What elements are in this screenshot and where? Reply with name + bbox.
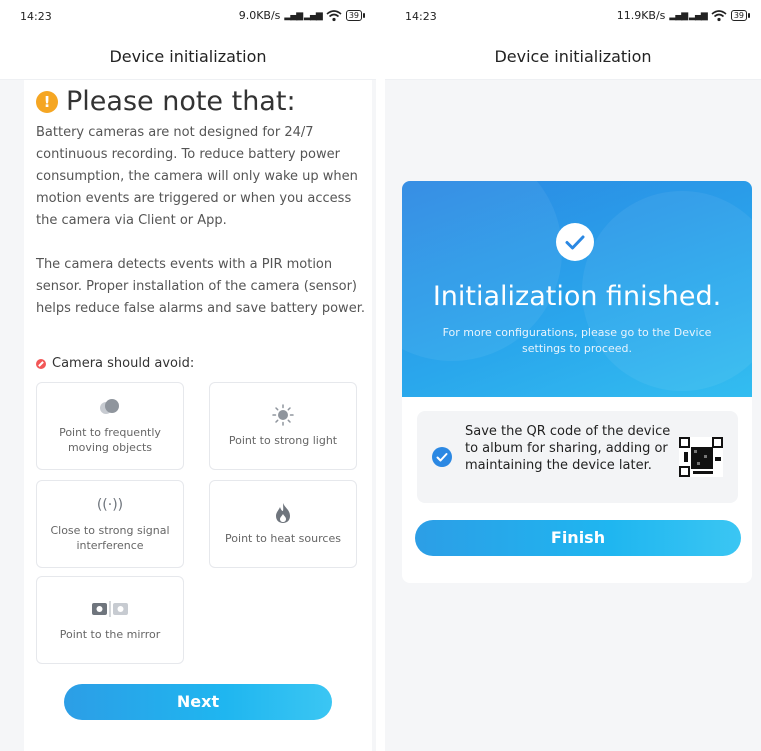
cellular-signal-icon: ▂▄▆ ▂▄▆ [284,10,322,21]
success-banner: Initialization finished. For more config… [402,181,752,397]
note-paragraph-1: Battery cameras are not designed for 24/… [36,125,358,228]
note-header: ! Please note that: [36,86,296,117]
avoid-tile-strong-light: Point to strong light [209,382,357,470]
status-bar: 14:23 11.9KB/s ▂▄▆ ▂▄▆ 39 [385,0,761,34]
tile-label: Close to strong signal interference [50,524,170,552]
status-indicators: 9.0KB/s ▂▄▆ ▂▄▆ 39 [238,9,366,22]
avoid-tile-mirror: Point to the mirror [36,576,184,664]
cellular-signal-icon: ▂▄▆ ▂▄▆ [669,10,707,21]
moving-objects-icon [96,397,124,417]
note-card: ! Please note that: Battery cameras are … [24,80,372,751]
network-speed: 11.9KB/s [616,9,666,22]
tile-label: Point to frequently moving objects [59,426,161,454]
avoid-tile-signal-interference: ((·)) Close to strong signal interferenc… [36,480,184,568]
checkbox-checked-icon[interactable] [432,447,452,467]
status-time: 14:23 [405,10,437,23]
signal-icon: ((·)) [96,496,124,513]
avoid-heading-label: Camera should avoid: [52,356,195,371]
note-title: Please note that: [66,86,296,117]
save-qr-text: Save the QR code of the device to album … [465,424,671,473]
right-screen: 14:23 11.9KB/s ▂▄▆ ▂▄▆ 39 Device initial… [385,0,761,751]
status-time: 14:23 [20,10,52,23]
completion-card: Initialization finished. For more config… [402,181,752,583]
tile-label: Point to strong light [228,433,338,447]
tile-label: Point to the mirror [59,627,161,641]
status-bar: 14:23 9.0KB/s ▂▄▆ ▂▄▆ 39 [0,0,376,34]
qr-code-icon [679,437,723,477]
save-qr-option[interactable]: Save the QR code of the device to album … [417,411,738,503]
tile-label: Point to heat sources [225,531,341,545]
warning-icon: ! [36,90,58,113]
init-finished-subtitle: For more configurations, please go to th… [442,326,712,355]
next-button[interactable]: Next [64,684,332,720]
wifi-icon [326,9,342,21]
avoid-tile-heat-sources: Point to heat sources [209,480,357,568]
page-title: Device initialization [0,34,376,80]
avoid-tile-moving-objects: Point to frequently moving objects [36,382,184,470]
note-paragraph-2: The camera detects events with a PIR mot… [36,257,365,316]
avoid-heading: Camera should avoid: [36,356,194,371]
battery-icon: 39 [345,10,366,21]
mirror-icon [90,599,130,619]
flame-icon [274,502,292,523]
init-finished-title: Initialization finished. [432,281,722,312]
sun-icon [272,403,294,426]
success-check-icon [556,223,594,261]
wifi-icon [711,9,727,21]
status-indicators: 11.9KB/s ▂▄▆ ▂▄▆ 39 [616,9,751,22]
battery-icon: 39 [730,10,751,21]
prohibited-icon [36,358,46,369]
left-screen: 14:23 9.0KB/s ▂▄▆ ▂▄▆ 39 Device initiali… [0,0,376,751]
finish-button[interactable]: Finish [415,520,741,556]
network-speed: 9.0KB/s [238,9,281,22]
page-title: Device initialization [385,34,761,80]
